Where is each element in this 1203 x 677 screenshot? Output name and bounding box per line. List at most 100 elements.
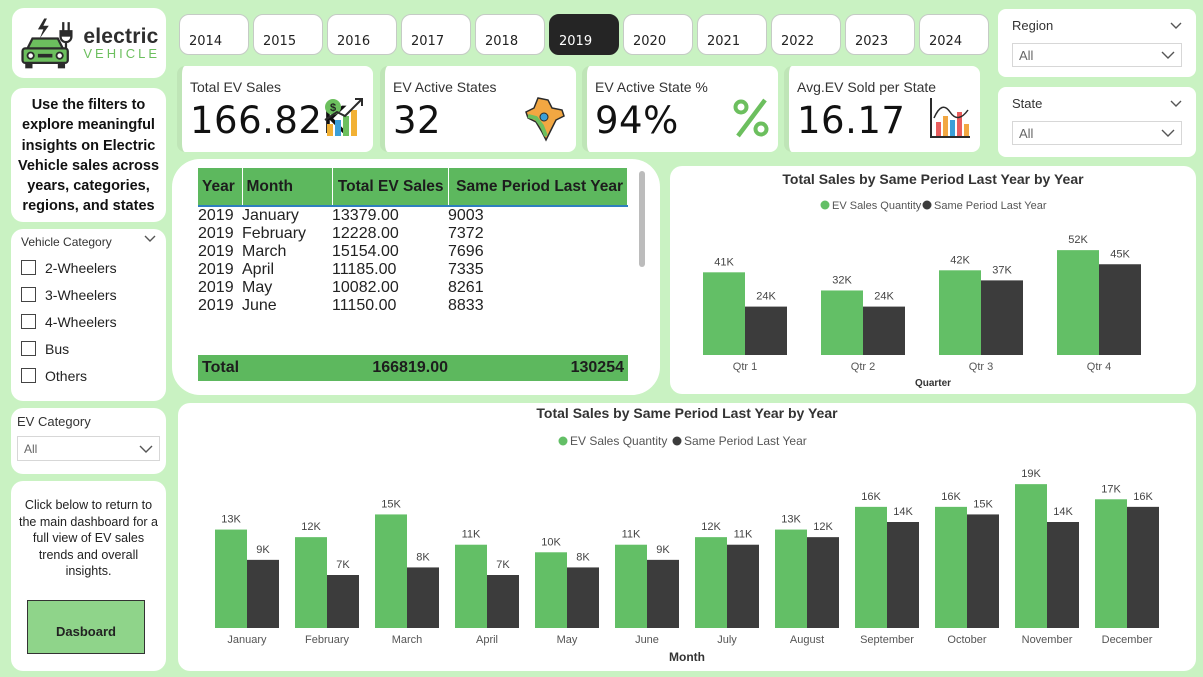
table-body-viewport[interactable]: 2019 January 13379.00 9003 2019 February 12228…	[198, 205, 628, 355]
table-row[interactable]: 2019 April 11185.00 7335	[198, 261, 628, 279]
quarter-bar-chart: Total Sales by Same Period Last Year by …	[703, 171, 1141, 389]
cell-total-ev-sales: 13379.00	[332, 207, 399, 224]
bar-last-year	[981, 280, 1023, 355]
india-map-icon	[525, 97, 565, 142]
year-button-2019[interactable]: 2019	[549, 14, 619, 55]
kpi-total-ev-sales: Total EV Sales 166.82K $	[177, 66, 373, 152]
kpi-label: EV Active States	[393, 79, 497, 95]
year-button-2020[interactable]: 2020	[623, 14, 693, 55]
cell-same-period-last-year: 7335	[448, 261, 484, 278]
vehicle-category-label: 4-Wheelers	[45, 313, 117, 330]
cell-total-ev-sales: 10082.00	[332, 279, 399, 296]
cell-same-period-last-year: 7696	[448, 243, 484, 260]
vehicle-category-option[interactable]: 2-Wheelers	[21, 259, 156, 276]
vehicle-category-option[interactable]: 3-Wheelers	[21, 286, 156, 303]
cell-total-ev-sales: 12228.00	[332, 225, 399, 242]
bar-last-year	[727, 544, 759, 628]
data-label: 41K	[714, 256, 734, 268]
chevron-down-icon[interactable]	[1170, 96, 1182, 111]
legend-marker	[558, 436, 568, 446]
data-label: 14K	[1053, 506, 1073, 518]
data-label: 11K	[734, 529, 753, 541]
category-label: March	[392, 634, 423, 646]
col-same-period-last-year[interactable]: Same Period Last Year	[448, 168, 628, 205]
data-label: 17K	[1101, 483, 1121, 495]
region-dropdown[interactable]: All	[1012, 43, 1182, 67]
kpi-avg-ev-sold-per-state: Avg.EV Sold per State 16.17	[784, 66, 980, 152]
table-row[interactable]: 2019 June 11150.00 8833	[198, 297, 628, 315]
kpi-label: EV Active State %	[595, 79, 708, 95]
vehicle-category-option[interactable]: Bus	[21, 340, 156, 357]
year-button-2016[interactable]: 2016	[327, 14, 397, 55]
legend-marker	[672, 436, 682, 446]
vehicle-category-option[interactable]: Others	[21, 367, 156, 384]
chevron-down-icon[interactable]	[144, 235, 156, 243]
ev-category-title: EV Category	[17, 414, 91, 429]
data-label: 32K	[832, 274, 852, 286]
category-label: Qtr 3	[969, 361, 993, 373]
bar-ev-sales	[1057, 250, 1099, 355]
col-total-ev-sales[interactable]: Total EV Sales	[332, 168, 449, 205]
data-label: 13K	[221, 514, 241, 526]
category-label: September	[860, 634, 914, 646]
category-label: February	[305, 634, 350, 646]
region-slicer: Region All	[998, 9, 1196, 77]
table-row[interactable]: 2019 May 10082.00 8261	[198, 279, 628, 297]
data-label: 45K	[1110, 248, 1130, 260]
category-label: Qtr 2	[851, 361, 875, 373]
year-button-2017[interactable]: 2017	[401, 14, 471, 55]
bar-last-year	[807, 537, 839, 628]
bar-last-year	[745, 306, 787, 355]
chart-title: Total Sales by Same Period Last Year by …	[782, 171, 1084, 187]
category-label: December	[1102, 634, 1153, 646]
table-total-row: Total 166819.00 130254	[198, 355, 628, 381]
category-label: Qtr 4	[1087, 361, 1111, 373]
col-month[interactable]: Month	[242, 168, 333, 205]
bar-ev-sales	[821, 290, 863, 355]
data-label: 52K	[1068, 234, 1088, 246]
checkbox[interactable]	[21, 287, 36, 302]
year-button-2023[interactable]: 2023	[845, 14, 915, 55]
cell-month: February	[242, 225, 307, 242]
year-button-2018[interactable]: 2018	[475, 14, 545, 55]
checkbox[interactable]	[21, 314, 36, 329]
col-year[interactable]: Year	[198, 168, 243, 205]
year-button-2015[interactable]: 2015	[253, 14, 323, 55]
vehicle-category-option[interactable]: 4-Wheelers	[21, 313, 156, 330]
bar-ev-sales	[295, 537, 327, 628]
cell-same-period-last-year: 8833	[448, 297, 484, 314]
checkbox[interactable]	[21, 368, 36, 383]
dashboard-button[interactable]: Dasboard	[27, 600, 145, 654]
bar-ev-sales	[939, 270, 981, 355]
data-label: 16K	[1133, 491, 1153, 503]
checkbox[interactable]	[21, 341, 36, 356]
table-row[interactable]: 2019 March 15154.00 7696	[198, 243, 628, 261]
state-dropdown[interactable]: All	[1012, 121, 1182, 145]
bar-ev-sales	[455, 544, 487, 628]
bar-last-year	[887, 522, 919, 628]
table-row[interactable]: 2019 February 12228.00 7372	[198, 225, 628, 243]
data-label: 19K	[1021, 468, 1041, 480]
year-button-2022[interactable]: 2022	[771, 14, 841, 55]
bar-last-year	[1127, 506, 1159, 628]
bar-last-year	[487, 575, 519, 628]
bar-ev-sales	[855, 506, 887, 628]
bar-last-year	[407, 567, 439, 628]
vehicle-category-title: Vehicle Category	[21, 235, 112, 249]
year-button-2024[interactable]: 2024	[919, 14, 989, 55]
intro-text: Use the filters to explore meaningful in…	[11, 88, 166, 222]
total-label: Total	[202, 359, 240, 376]
cell-year: 2019	[198, 225, 234, 242]
state-value: All	[1019, 125, 1034, 141]
year-button-2014[interactable]: 2014	[179, 14, 249, 55]
table-row[interactable]: 2019 January 13379.00 9003	[198, 207, 628, 225]
bar-ev-sales	[215, 529, 247, 628]
chevron-down-icon[interactable]	[1170, 18, 1182, 33]
bar-ev-sales	[695, 537, 727, 628]
bar-ev-sales	[703, 272, 745, 355]
ev-category-dropdown[interactable]: All	[17, 436, 160, 461]
bar-chart-icon	[930, 98, 970, 138]
table-scrollbar[interactable]	[639, 171, 645, 267]
checkbox[interactable]	[21, 260, 36, 275]
year-button-2021[interactable]: 2021	[697, 14, 767, 55]
